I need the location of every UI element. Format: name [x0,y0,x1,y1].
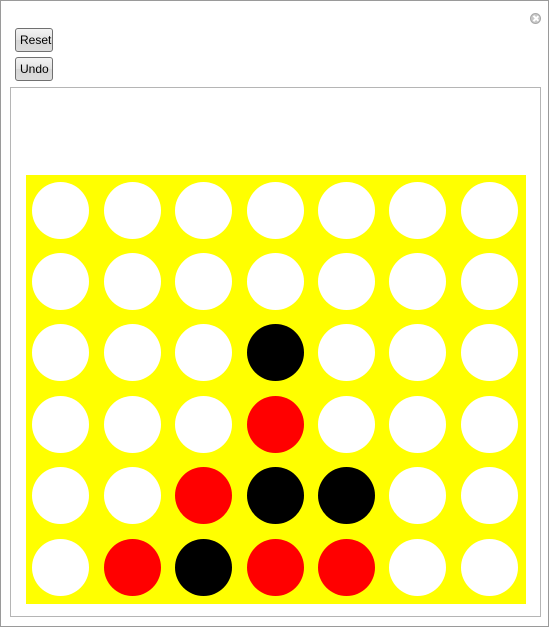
board-cell-r3-c6-empty[interactable] [389,324,446,381]
board-cell-r3-c7-empty[interactable] [461,324,518,381]
undo-button[interactable]: Undo [15,57,53,81]
reset-button[interactable]: Reset [15,28,53,52]
board-cell-r1-c2-empty[interactable] [104,182,161,239]
board-cell-r2-c4-empty[interactable] [247,253,304,310]
board-cell-r1-c6-empty[interactable] [389,182,446,239]
board-cell-r1-c7-empty[interactable] [461,182,518,239]
board-cell-r5-c2-empty[interactable] [104,467,161,524]
board-cell-r2-c6-empty[interactable] [389,253,446,310]
close-icon[interactable] [530,13,541,24]
board-cell-r2-c1-empty[interactable] [32,253,89,310]
board-cell-r5-c4-black[interactable] [247,467,304,524]
board-cell-r4-c1-empty[interactable] [32,396,89,453]
board-cell-r1-c1-empty[interactable] [32,182,89,239]
board-cell-r6-c7-empty[interactable] [461,539,518,596]
board-cell-r6-c6-empty[interactable] [389,539,446,596]
board-cell-r5-c6-empty[interactable] [389,467,446,524]
board-cell-r1-c3-empty[interactable] [175,182,232,239]
board-cell-r4-c6-empty[interactable] [389,396,446,453]
board-cell-r4-c4-red[interactable] [247,396,304,453]
board-cell-r2-c3-empty[interactable] [175,253,232,310]
board-cell-r1-c5-empty[interactable] [318,182,375,239]
board-cell-r5-c7-empty[interactable] [461,467,518,524]
board-cell-r3-c5-empty[interactable] [318,324,375,381]
board-cell-r2-c2-empty[interactable] [104,253,161,310]
board-cell-r6-c1-empty[interactable] [32,539,89,596]
board-cell-r6-c4-red[interactable] [247,539,304,596]
board-cell-r5-c5-black[interactable] [318,467,375,524]
board-cell-r2-c7-empty[interactable] [461,253,518,310]
board-cell-r6-c2-red[interactable] [104,539,161,596]
board-cell-r4-c2-empty[interactable] [104,396,161,453]
board-cell-r6-c3-black[interactable] [175,539,232,596]
board-cell-r4-c3-empty[interactable] [175,396,232,453]
board-cell-r2-c5-empty[interactable] [318,253,375,310]
board-cell-r3-c2-empty[interactable] [104,324,161,381]
board-cell-r5-c1-empty[interactable] [32,467,89,524]
board-cell-r4-c5-empty[interactable] [318,396,375,453]
board-cell-r3-c1-empty[interactable] [32,324,89,381]
board-cell-r3-c3-empty[interactable] [175,324,232,381]
board-cell-r1-c4-empty[interactable] [247,182,304,239]
game-window: Reset Undo [0,0,549,627]
board-cell-r3-c4-black[interactable] [247,324,304,381]
connect-four-board [26,175,526,604]
board-cell-r6-c5-red[interactable] [318,539,375,596]
board-cell-r4-c7-empty[interactable] [461,396,518,453]
board-cell-r5-c3-red[interactable] [175,467,232,524]
